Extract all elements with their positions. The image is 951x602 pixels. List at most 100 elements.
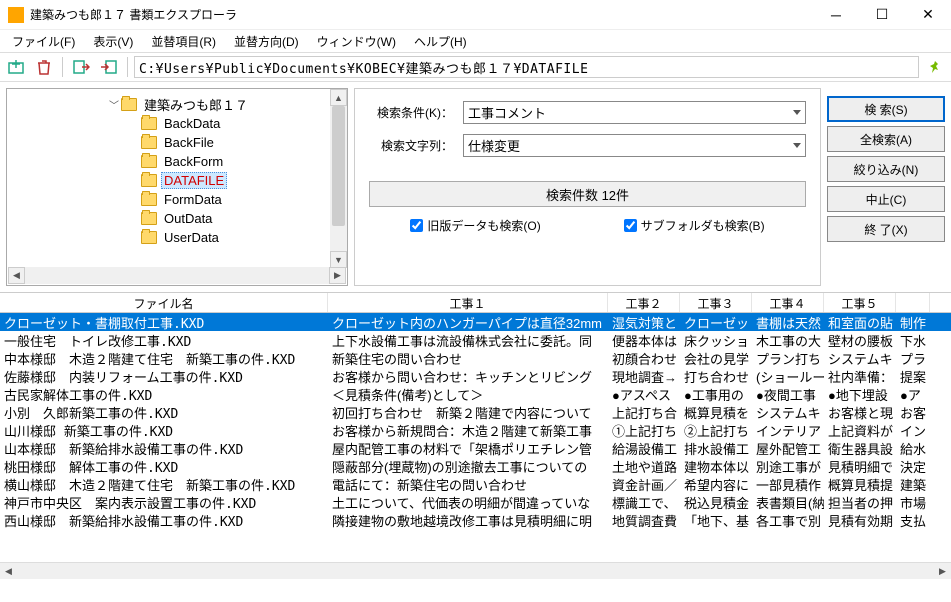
pin-icon[interactable] <box>923 55 947 79</box>
cell: お客様から新規問合：木造２階建て新築工事 <box>328 421 608 439</box>
scroll-left-icon[interactable]: ◀ <box>0 563 17 580</box>
cell: お客 <box>896 403 930 421</box>
cell: 会社の見学 <box>680 349 752 367</box>
scroll-down-icon[interactable]: ▼ <box>330 251 347 268</box>
cell-filename: クローゼット・書棚取付工事.KXD <box>0 313 328 331</box>
table-row[interactable]: クローゼット・書棚取付工事.KXDクローゼット内のハンガーパイプは直径32mm湿… <box>0 313 951 331</box>
scroll-right-icon[interactable]: ▶ <box>934 563 951 580</box>
cell: 各工事で別 <box>752 511 824 529</box>
titlebar: 建築みつも郎１７ 書類エクスプローラ ─ ☐ ✕ <box>0 0 951 30</box>
table-row[interactable]: 小別 久郎新築工事の件.KXD初回打ち合わせ 新築２階建で内容について上記打ち合… <box>0 403 951 421</box>
folder-icon <box>141 136 157 149</box>
tree-item-formdata[interactable]: FormData <box>19 190 335 209</box>
cell: 屋外配管工 <box>752 439 824 457</box>
search-cond-label: 検索条件(K)： <box>369 104 453 121</box>
export-icon[interactable] <box>69 55 93 79</box>
cell: 和室面の貼 <box>824 313 896 331</box>
menubar: ファイル(F) 表示(V) 並替項目(R) 並替方向(D) ウィンドウ(W) ヘ… <box>0 30 951 52</box>
col-5[interactable]: 工事５ <box>824 293 896 312</box>
tree-item-backdata[interactable]: BackData <box>19 114 335 133</box>
col-2[interactable]: 工事２ <box>608 293 680 312</box>
col-4[interactable]: 工事４ <box>752 293 824 312</box>
cell: インテリア <box>752 421 824 439</box>
cell-filename: 小別 久郎新築工事の件.KXD <box>0 403 328 421</box>
menu-sort-dir[interactable]: 並替方向(D) <box>226 31 307 52</box>
col-3[interactable]: 工事３ <box>680 293 752 312</box>
path-input[interactable]: C:¥Users¥Public¥Documents¥KOBEC¥建築みつも郎１７… <box>134 56 919 78</box>
cell: 建物本体以 <box>680 457 752 475</box>
cell: 希望内容に <box>680 475 752 493</box>
minimize-button[interactable]: ─ <box>813 0 859 30</box>
cell: 土地や道路 <box>608 457 680 475</box>
folder-icon <box>141 117 157 130</box>
scroll-left-icon[interactable]: ◀ <box>8 267 25 284</box>
tree-item-backform[interactable]: BackForm <box>19 152 335 171</box>
tree-item-outdata[interactable]: OutData <box>19 209 335 228</box>
table-hscroll[interactable]: ◀ ▶ <box>0 562 951 579</box>
col-1[interactable]: 工事１ <box>328 293 608 312</box>
folder-icon <box>121 98 137 111</box>
stop-button[interactable]: 中止(C) <box>827 186 945 212</box>
table-row[interactable]: 佐藤様邸 内装リフォーム工事の件.KXDお客様から問い合わせ：キッチンとリビング… <box>0 367 951 385</box>
cell: 壁材の腰板 <box>824 331 896 349</box>
search-cond-select[interactable]: 工事コメント <box>463 101 806 124</box>
table-row[interactable]: 一般住宅 トイレ改修工事.KXD上下水設備工事は流設備株式会社に委託。同便器本体… <box>0 331 951 349</box>
col-6[interactable] <box>896 293 930 312</box>
cell: 見積明細で <box>824 457 896 475</box>
tree-root[interactable]: ﹀ 建築みつも郎１７ <box>19 95 335 114</box>
table-row[interactable]: 山本様邸 新築給排水設備工事の件.KXD屋内配管工事の材料で「架橋ポリエチレン管… <box>0 439 951 457</box>
cell: 概算見積提 <box>824 475 896 493</box>
cell: クローゼット内のハンガーパイプは直径32mm <box>328 313 608 331</box>
col-filename[interactable]: ファイル名 <box>0 293 328 312</box>
scroll-right-icon[interactable]: ▶ <box>329 267 346 284</box>
cell: ②上記打ち <box>680 421 752 439</box>
table-row[interactable]: 古民家解体工事の件.KXD＜見積条件(備考)として＞●アスペス●工事用の●夜間工… <box>0 385 951 403</box>
close-button[interactable]: ✕ <box>905 0 951 30</box>
cell: ●夜間工事 <box>752 385 824 403</box>
tree-item-backfile[interactable]: BackFile <box>19 133 335 152</box>
import-icon[interactable] <box>97 55 121 79</box>
search-panel: 検索条件(K)： 工事コメント 検索文字列： 仕様変更 検索件数 12件 旧版デ… <box>354 88 821 286</box>
menu-view[interactable]: 表示(V) <box>85 31 141 52</box>
cell: プラ <box>896 349 930 367</box>
cell: イン <box>896 421 930 439</box>
old-version-checkbox[interactable]: 旧版データも検索(O) <box>410 217 540 234</box>
button-column: 検 索(S) 全検索(A) 絞り込み(N) 中止(C) 終 了(X) <box>827 88 945 286</box>
tree-vscroll[interactable]: ▲ ▼ <box>330 89 347 268</box>
folder-tree[interactable]: ﹀ 建築みつも郎１７ BackDataBackFileBackFormDATAF… <box>6 88 348 286</box>
tree-item-datafile[interactable]: DATAFILE <box>19 171 335 190</box>
cell: 一部見積作 <box>752 475 824 493</box>
menu-window[interactable]: ウィンドウ(W) <box>309 31 404 52</box>
cell-filename: 山本様邸 新築給排水設備工事の件.KXD <box>0 439 328 457</box>
narrow-button[interactable]: 絞り込み(N) <box>827 156 945 182</box>
cell: 現地調査→ <box>608 367 680 385</box>
exit-button[interactable]: 終 了(X) <box>827 216 945 242</box>
scroll-up-icon[interactable]: ▲ <box>330 89 347 106</box>
menu-file[interactable]: ファイル(F) <box>4 31 83 52</box>
cell: ●地下埋設 <box>824 385 896 403</box>
tree-hscroll[interactable]: ◀ ▶ <box>8 267 346 284</box>
table-row[interactable]: 横山様邸 木造２階建て住宅 新築工事の件.KXD電話にて：新築住宅の問い合わせ資… <box>0 475 951 493</box>
window-title: 建築みつも郎１７ 書類エクスプローラ <box>30 6 813 23</box>
search-button[interactable]: 検 索(S) <box>827 96 945 122</box>
search-all-button[interactable]: 全検索(A) <box>827 126 945 152</box>
search-count-button[interactable]: 検索件数 12件 <box>369 181 806 207</box>
table-row[interactable]: 桃田様邸 解体工事の件.KXD隠蔽部分(埋蔵物)の別途撤去工事についての土地や道… <box>0 457 951 475</box>
menu-help[interactable]: ヘルプ(H) <box>406 31 475 52</box>
chevron-down-icon[interactable]: ﹀ <box>107 97 121 112</box>
tree-item-userdata[interactable]: UserData <box>19 228 335 247</box>
delete-icon[interactable] <box>32 55 56 79</box>
scroll-thumb[interactable] <box>332 106 345 226</box>
cell: お客様から問い合わせ：キッチンとリビング <box>328 367 608 385</box>
maximize-button[interactable]: ☐ <box>859 0 905 30</box>
table-row[interactable]: 西山様邸 新築給排水設備工事の件.KXD隣接建物の敷地越境改修工事は見積明細に明… <box>0 511 951 529</box>
table-row[interactable]: 山川様邸 新築工事の件.KXDお客様から新規問合：木造２階建て新築工事①上記打ち… <box>0 421 951 439</box>
menu-sort-item[interactable]: 並替項目(R) <box>143 31 224 52</box>
table-row[interactable]: 中本様邸 木造２階建て住宅 新築工事の件.KXD新築住宅の問い合わせ初顔合わせ会… <box>0 349 951 367</box>
cell-filename: 佐藤様邸 内装リフォーム工事の件.KXD <box>0 367 328 385</box>
cell: 隣接建物の敷地越境改修工事は見積明細に明 <box>328 511 608 529</box>
search-text-input[interactable]: 仕様変更 <box>463 134 806 157</box>
subfolder-checkbox[interactable]: サブフォルダも検索(B) <box>624 217 765 234</box>
table-row[interactable]: 神戸市中央区 案内表示設置工事の件.KXD土工について、代価表の明細が間違ってい… <box>0 493 951 511</box>
new-folder-icon[interactable] <box>4 55 28 79</box>
